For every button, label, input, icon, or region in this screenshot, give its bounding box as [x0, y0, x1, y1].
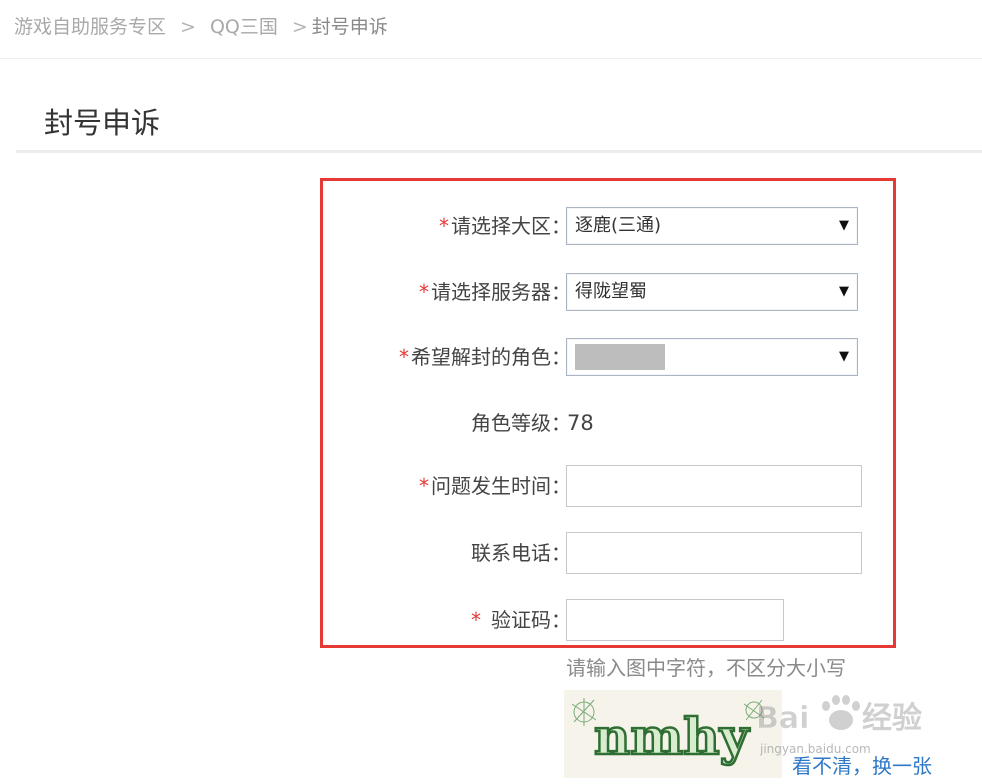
captcha-image[interactable]: nmhy — [564, 690, 782, 778]
breadcrumb-separator: > — [180, 16, 196, 38]
title-divider — [16, 150, 982, 153]
svg-text:Bai: Bai — [756, 701, 809, 736]
role-label: * 希望解封的角色： — [399, 345, 571, 369]
breadcrumb-item-home[interactable]: 游戏自助服务专区 — [14, 12, 166, 39]
page-title: 封号申诉 — [44, 106, 161, 140]
issue-time-row: * 问题发生时间： — [323, 465, 899, 507]
dropdown-arrow-icon: ▼ — [839, 349, 849, 364]
required-marker: * — [471, 608, 481, 632]
captcha-input[interactable] — [566, 599, 784, 641]
captcha-text: nmhy — [594, 707, 751, 766]
dropdown-arrow-icon: ▼ — [839, 218, 849, 233]
captcha-refresh-link[interactable]: 看不清，换一张 — [792, 750, 932, 779]
required-marker: * — [439, 214, 449, 238]
region-row: * 请选择大区： 逐鹿(三通) ▼ — [323, 205, 899, 247]
role-level-value: 78 — [567, 411, 594, 435]
role-row: * 希望解封的角色： ▼ — [323, 336, 899, 378]
breadcrumb-separator: > — [291, 16, 308, 38]
region-label: * 请选择大区： — [439, 214, 571, 238]
required-marker: * — [419, 474, 429, 498]
phone-row: 联系电话： — [323, 532, 899, 574]
captcha-label: * 验证码： — [471, 608, 571, 632]
breadcrumb-item-current: 封号申诉 — [311, 16, 388, 38]
role-select[interactable]: ▼ — [566, 338, 858, 376]
captcha-hint: 请输入图中字符，不区分大小写 — [566, 656, 846, 680]
breadcrumb-item-game[interactable]: QQ三国 — [210, 12, 278, 39]
server-select-value: 得陇望蜀 — [575, 281, 647, 302]
baidu-logo-watermark: Bai 经验 — [752, 688, 952, 748]
svg-text:经验: 经验 — [862, 701, 922, 736]
appeal-form: * 请选择大区： 逐鹿(三通) ▼ * 请选择服务器： 得陇望蜀 ▼ * 希望解封的角… — [320, 178, 896, 648]
role-level-row: 角色等级： 78 — [323, 402, 899, 444]
issue-time-label: * 问题发生时间： — [419, 474, 571, 498]
captcha-row: * 验证码： — [323, 599, 899, 641]
required-marker: * — [419, 280, 429, 304]
server-select[interactable]: 得陇望蜀 ▼ — [566, 273, 858, 311]
top-divider — [0, 58, 982, 59]
region-select[interactable]: 逐鹿(三通) ▼ — [566, 207, 858, 245]
region-select-value: 逐鹿(三通) — [575, 215, 662, 236]
dropdown-arrow-icon: ▼ — [839, 284, 849, 299]
phone-input[interactable] — [566, 532, 862, 574]
required-marker: * — [399, 345, 409, 369]
server-label: * 请选择服务器： — [419, 280, 571, 304]
phone-label: 联系电话： — [471, 541, 571, 565]
issue-time-input[interactable] — [566, 465, 862, 507]
redacted-role-name — [575, 344, 665, 370]
role-level-label: 角色等级： — [471, 411, 571, 435]
breadcrumb: 游戏自助服务专区 > QQ三国 > 封号申诉 — [14, 12, 388, 40]
server-row: * 请选择服务器： 得陇望蜀 ▼ — [323, 271, 899, 313]
